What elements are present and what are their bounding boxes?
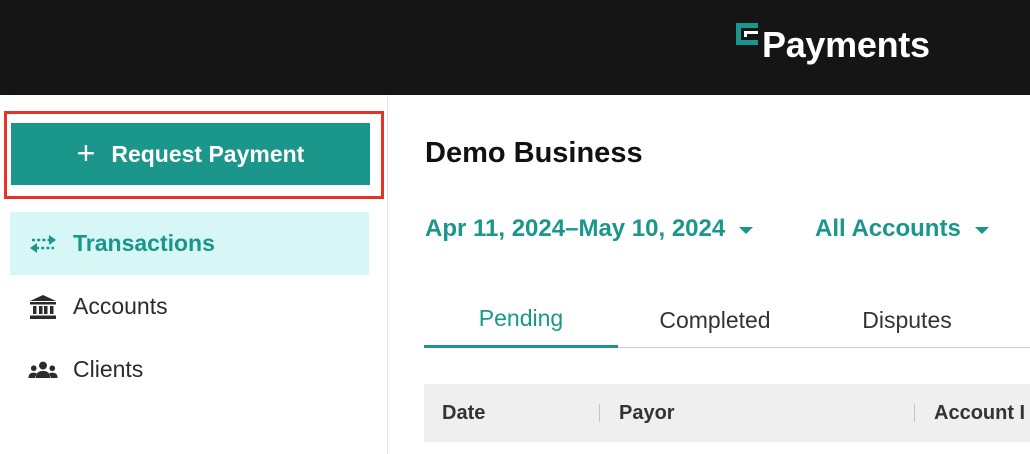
page-title: Demo Business [425, 137, 643, 169]
brand-name: Payments [762, 24, 930, 65]
sidebar: + Request Payment Transactions Accounts … [0, 95, 388, 454]
column-header-account[interactable]: Account I [934, 384, 1025, 442]
sidebar-item-accounts[interactable]: Accounts [10, 275, 369, 338]
date-range-label: Apr 11, 2024–May 10, 2024 [425, 215, 726, 242]
plus-icon: + [76, 134, 96, 171]
request-payment-label: Request Payment [111, 140, 305, 167]
sidebar-item-transactions[interactable]: Transactions [10, 212, 369, 275]
transaction-tabs: Pending Completed Disputes [424, 292, 1030, 348]
column-header-date[interactable]: Date [442, 384, 485, 442]
table-header: Date Payor Account I [424, 384, 1030, 442]
tab-pending[interactable]: Pending [424, 292, 618, 348]
users-icon [28, 357, 58, 383]
main-content: Demo Business Apr 11, 2024–May 10, 2024 … [389, 95, 1030, 454]
chevron-down-icon [739, 226, 754, 234]
brand[interactable]: Payments [736, 23, 930, 67]
tab-disputes[interactable]: Disputes [812, 292, 1002, 348]
column-divider[interactable] [914, 404, 915, 422]
request-payment-button[interactable]: + Request Payment [11, 123, 370, 185]
bank-icon [28, 294, 58, 320]
sidebar-item-label: Transactions [73, 230, 215, 256]
column-header-payor[interactable]: Payor [619, 384, 675, 442]
tab-completed[interactable]: Completed [618, 292, 812, 348]
brand-logo-icon [736, 23, 758, 45]
column-divider[interactable] [599, 404, 600, 422]
chevron-down-icon [974, 226, 989, 234]
transfer-arrows-icon [28, 231, 58, 257]
sidebar-item-label: Clients [73, 356, 144, 382]
accounts-label: All Accounts [815, 215, 961, 242]
date-range-dropdown[interactable]: Apr 11, 2024–May 10, 2024 [425, 215, 754, 243]
top-bar: Payments [0, 0, 1030, 95]
sidebar-item-label: Accounts [73, 293, 168, 319]
accounts-dropdown[interactable]: All Accounts [815, 215, 989, 243]
sidebar-item-clients[interactable]: Clients [10, 338, 369, 401]
